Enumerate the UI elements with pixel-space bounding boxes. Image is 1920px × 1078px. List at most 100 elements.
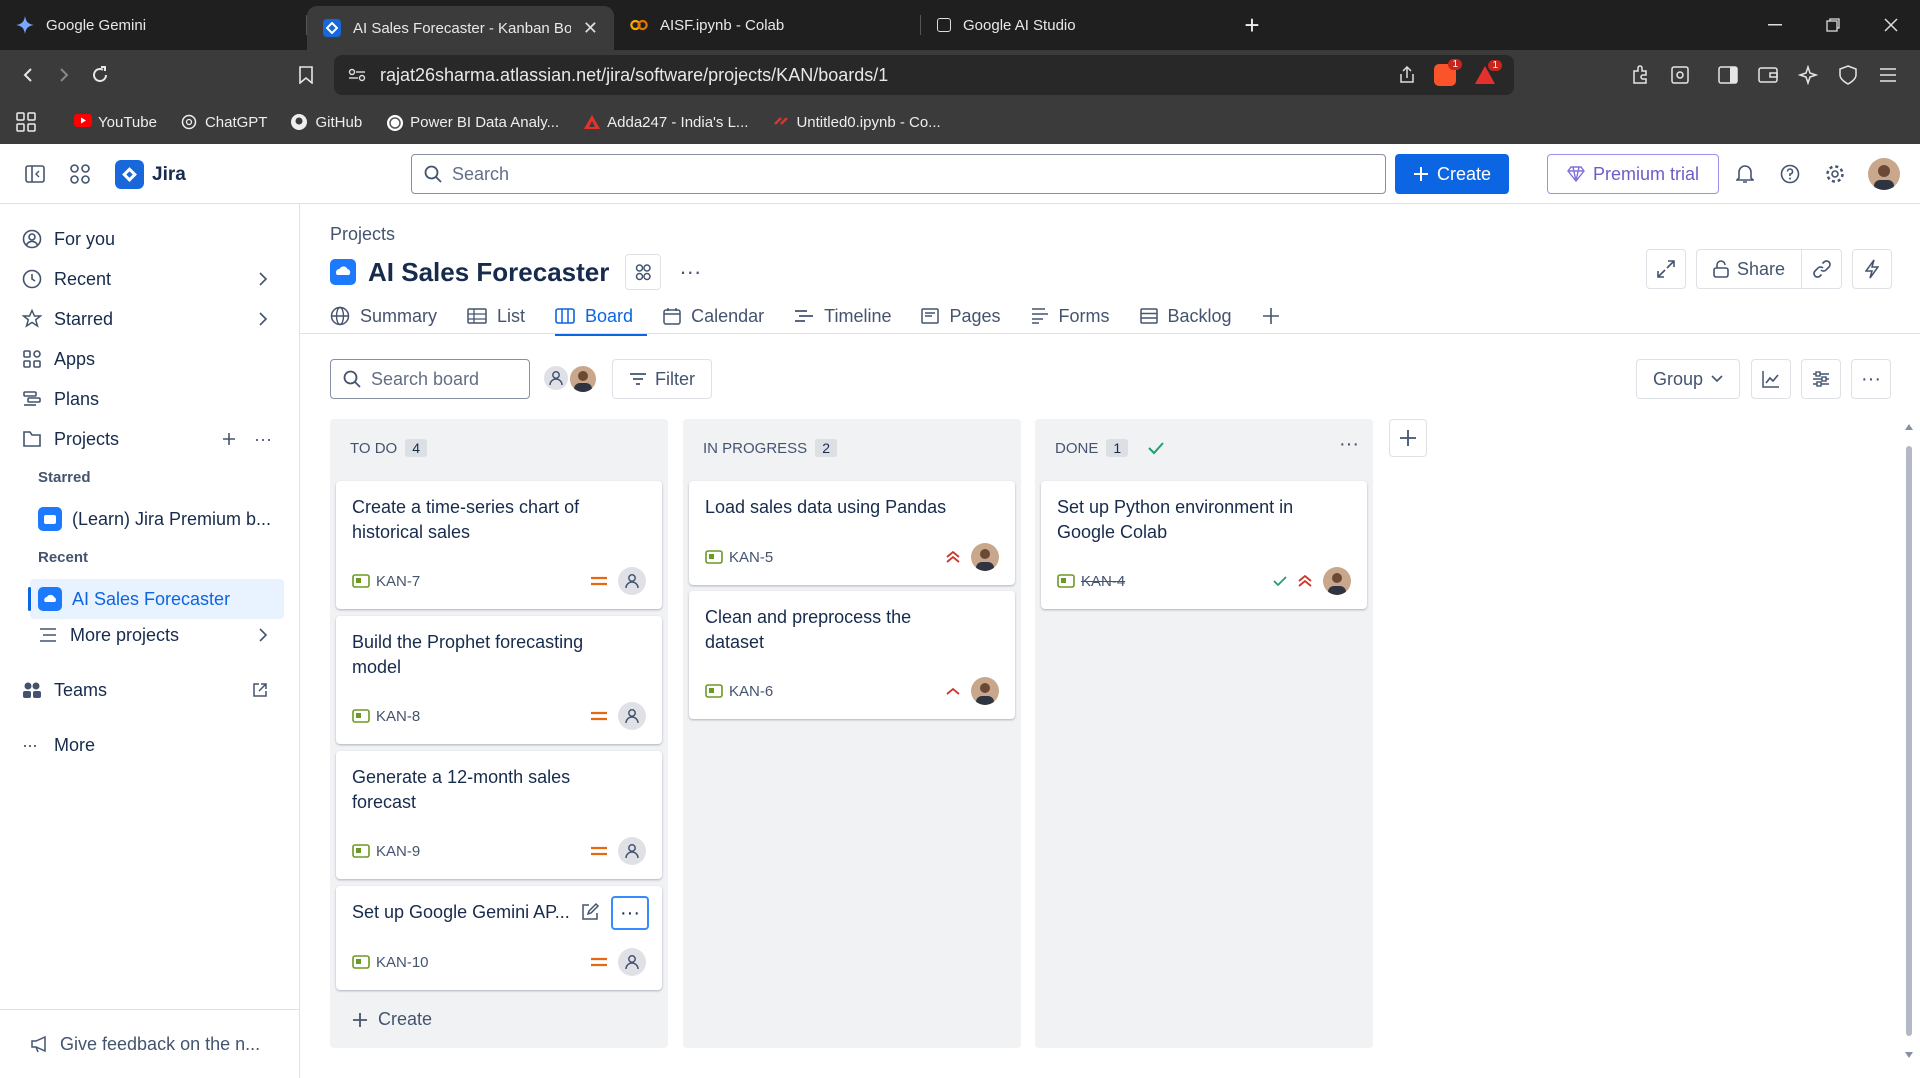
chevron-right-icon[interactable] <box>258 312 268 326</box>
issue-card[interactable]: Set up Python environment in Google Cola… <box>1041 481 1367 609</box>
add-project-icon[interactable] <box>222 432 236 446</box>
browser-tab-jira[interactable]: AI Sales Forecaster - Kanban Boa ✕ <box>307 6 614 50</box>
bookmark-colab[interactable]: Untitled0.ipynb - Co... <box>762 107 950 137</box>
tab-forms[interactable]: Forms <box>1031 298 1124 334</box>
global-search-input[interactable]: Search <box>411 154 1386 194</box>
issue-card[interactable]: Create a time-series chart of historical… <box>336 481 662 609</box>
tab-pages[interactable]: Pages <box>921 298 1014 334</box>
vpn-icon[interactable] <box>1830 57 1866 93</box>
insights-button[interactable] <box>1751 359 1791 399</box>
add-view-icon[interactable] <box>1262 298 1294 334</box>
issue-key[interactable]: KAN-7 <box>352 573 420 590</box>
issue-card[interactable]: Build the Prophet forecasting model KAN-… <box>336 616 662 744</box>
issue-key[interactable]: KAN-10 <box>352 954 429 971</box>
bookmark-powerbi[interactable]: Power BI Data Analy... <box>376 107 569 137</box>
forward-icon[interactable] <box>46 57 82 93</box>
premium-trial-button[interactable]: Premium trial <box>1547 154 1719 194</box>
browser-tab-ai-studio[interactable]: Google AI Studio <box>921 0 1228 50</box>
profile-avatar[interactable] <box>1868 158 1900 190</box>
view-settings-button[interactable] <box>1801 359 1841 399</box>
user-avatar[interactable] <box>971 677 999 705</box>
help-icon[interactable] <box>1775 159 1805 189</box>
issue-key[interactable]: KAN-6 <box>705 683 773 700</box>
collapse-sidebar-icon[interactable] <box>20 159 50 189</box>
sidebar-item-more-projects[interactable]: More projects <box>38 619 280 651</box>
tab-board[interactable]: Board <box>555 298 648 336</box>
more-board-actions-icon[interactable]: ··· <box>1851 359 1891 399</box>
give-feedback-button[interactable]: Give feedback on the n... <box>0 1009 300 1078</box>
brave-rewards-icon[interactable]: 1 <box>1474 60 1502 85</box>
issue-card[interactable]: Clean and preprocess the dataset KAN-6 <box>689 591 1015 719</box>
new-tab-icon[interactable]: + <box>1232 0 1272 50</box>
bookmark-chatgpt[interactable]: ChatGPT <box>171 107 278 137</box>
chevron-right-icon[interactable] <box>258 272 268 286</box>
unassigned-avatar[interactable] <box>542 364 570 392</box>
create-issue-button[interactable]: Create <box>352 1009 432 1030</box>
user-avatar[interactable] <box>1323 567 1351 595</box>
bookmark-adda247[interactable]: Adda247 - India's L... <box>573 107 758 137</box>
issue-key[interactable]: KAN-4 <box>1057 573 1125 590</box>
automation-button[interactable] <box>1852 249 1892 289</box>
wallet-icon[interactable] <box>1750 57 1786 93</box>
fullscreen-button[interactable] <box>1646 249 1686 289</box>
settings-gear-icon[interactable] <box>1820 159 1850 189</box>
bookmark-youtube[interactable]: YouTube <box>64 107 167 137</box>
issue-key[interactable]: KAN-9 <box>352 843 420 860</box>
tab-backlog[interactable]: Backlog <box>1139 298 1246 334</box>
minimize-icon[interactable] <box>1746 0 1804 50</box>
share-button[interactable]: Share <box>1696 249 1802 289</box>
add-column-button[interactable] <box>1389 419 1427 457</box>
board-search-input[interactable]: Search board <box>330 359 530 399</box>
user-avatar[interactable] <box>568 364 598 394</box>
more-actions-icon[interactable]: ··· <box>254 429 272 450</box>
notifications-icon[interactable] <box>1730 159 1760 189</box>
sidebar-project-ai-sales-forecaster[interactable]: AI Sales Forecaster <box>28 579 284 619</box>
extensions-icon[interactable] <box>1622 57 1658 93</box>
app-switcher-icon[interactable] <box>65 159 95 189</box>
restore-icon[interactable] <box>1804 0 1862 50</box>
issue-card[interactable]: Load sales data using Pandas KAN-5 <box>689 481 1015 585</box>
external-link-icon[interactable] <box>252 682 268 698</box>
sidebar-item-more[interactable]: ··· More <box>22 729 280 761</box>
tab-timeline[interactable]: Timeline <box>794 298 905 334</box>
sidebar-toggle-icon[interactable] <box>1710 57 1746 93</box>
issue-card[interactable]: Set up Google Gemini AP... ··· KAN-10 <box>336 886 662 990</box>
tab-list[interactable]: List <box>467 298 539 334</box>
browser-tab-colab[interactable]: AISF.ipynb - Colab <box>614 0 921 50</box>
unassigned-avatar[interactable] <box>618 948 646 976</box>
sidebar-item-plans[interactable]: Plans <box>22 383 280 415</box>
copy-link-button[interactable] <box>1802 249 1842 289</box>
chevron-right-icon[interactable] <box>258 628 268 642</box>
leo-ai-icon[interactable] <box>1790 57 1826 93</box>
back-icon[interactable] <box>10 57 46 93</box>
tab-calendar[interactable]: Calendar <box>663 298 778 334</box>
issue-key[interactable]: KAN-8 <box>352 708 420 725</box>
board-scrollbar[interactable] <box>1904 424 1914 1058</box>
bookmark-page-icon[interactable] <box>288 57 324 93</box>
browser-menu-icon[interactable] <box>1870 57 1906 93</box>
card-more-actions-icon[interactable]: ··· <box>611 896 649 930</box>
sidebar-item-apps[interactable]: Apps <box>22 343 280 375</box>
reader-icon[interactable] <box>1662 57 1698 93</box>
brave-shield-icon[interactable]: 1 <box>1434 59 1462 86</box>
filter-button[interactable]: Filter <box>612 359 712 399</box>
apps-grid-icon[interactable] <box>12 107 40 137</box>
more-actions-icon[interactable]: ··· <box>679 259 701 285</box>
tab-summary[interactable]: Summary <box>330 298 451 334</box>
group-dropdown[interactable]: Group <box>1636 359 1740 399</box>
issue-key[interactable]: KAN-5 <box>705 549 773 566</box>
jira-logo[interactable]: Jira <box>115 160 186 189</box>
create-button[interactable]: Create <box>1395 154 1509 194</box>
close-window-icon[interactable] <box>1862 0 1920 50</box>
breadcrumb[interactable]: Projects <box>330 224 395 245</box>
address-bar[interactable]: rajat26sharma.atlassian.net/jira/softwar… <box>334 55 1514 95</box>
unassigned-avatar[interactable] <box>618 702 646 730</box>
browser-tab-gemini[interactable]: Google Gemini <box>0 0 307 50</box>
unassigned-avatar[interactable] <box>618 567 646 595</box>
sidebar-item-teams[interactable]: Teams <box>22 674 280 706</box>
unassigned-avatar[interactable] <box>618 837 646 865</box>
site-settings-icon[interactable] <box>348 68 366 82</box>
bookmark-github[interactable]: GitHub <box>281 107 372 137</box>
sidebar-item-recent[interactable]: Recent <box>22 263 280 295</box>
sidebar-project-learn-jira[interactable]: (Learn) Jira Premium b... <box>30 499 284 539</box>
